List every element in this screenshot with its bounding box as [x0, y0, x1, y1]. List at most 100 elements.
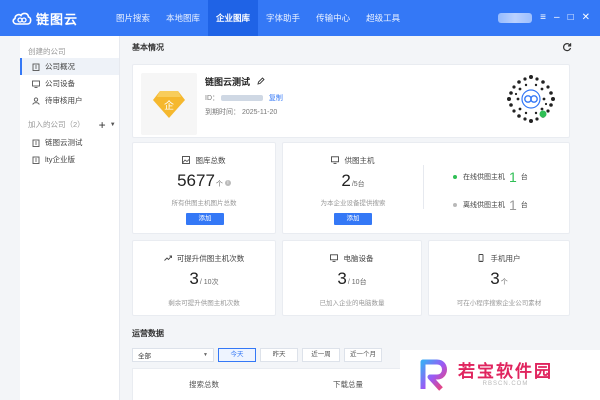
watermark-logo: [420, 359, 447, 391]
cloud-logo-icon: [12, 12, 32, 25]
host-number: 2: [341, 171, 351, 190]
nav-super-tools[interactable]: 超级工具: [358, 0, 408, 36]
ops-title: 运营数据: [132, 329, 164, 338]
gallery-total-title: 图库总数: [133, 155, 275, 166]
edit-icon[interactable]: [256, 77, 265, 85]
sidebar-item-joined-company[interactable]: 链图云测试: [20, 134, 119, 151]
sidebar-item-label: 公司概况: [45, 62, 75, 71]
gallery-total-card: 图库总数 5677个 i 所有供图主机图片总数 添加: [132, 142, 276, 234]
top-nav: 图片搜索 本地图库 企业图库 字体助手 传输中心 超级工具: [108, 0, 408, 36]
expire-label: 到期时间：: [205, 109, 240, 116]
watermark-title: 若宝软件园: [458, 362, 553, 381]
pc-desc: 已加入企业的电脑数量: [319, 300, 385, 307]
add-gallery-button[interactable]: 添加: [186, 213, 224, 225]
device-icon: [32, 80, 40, 88]
mobile-number: 3: [490, 269, 500, 288]
close-icon[interactable]: ✕: [582, 13, 590, 23]
online-count: 1: [509, 169, 517, 185]
watermark-text: 若宝软件园 RBSCN.COM: [458, 362, 553, 388]
nav-local-gallery[interactable]: 本地图库: [158, 0, 208, 36]
watermark: 若宝软件园 RBSCN.COM: [400, 350, 600, 400]
menu-icon[interactable]: ≡: [540, 13, 546, 23]
sidebar-item-label: 链图云测试: [45, 138, 83, 147]
company-id-value: [220, 95, 263, 102]
nav-enterprise-gallery[interactable]: 企业图库: [208, 0, 259, 36]
nav-image-search[interactable]: 图片搜索: [108, 0, 158, 36]
add-icon[interactable]: +: [99, 119, 106, 131]
enterprise-badge-icon: 企: [153, 91, 185, 118]
sidebar-item-company-devices[interactable]: 公司设备: [20, 75, 119, 92]
monitor-icon: [330, 254, 339, 262]
offline-unit: 台: [520, 202, 528, 209]
building-icon: [32, 63, 40, 71]
watermark-url: RBSCN.COM: [482, 381, 529, 387]
upgrade-value: 3/ 10次: [133, 269, 275, 289]
divider: [423, 165, 424, 209]
sidebar-item-label: lty企业版: [45, 155, 75, 164]
qr-code-icon[interactable]: [503, 71, 559, 127]
pc-value: 3/ 10台: [283, 269, 421, 289]
pc-card: 电脑设备 3/ 10台 已加入企业的电脑数量: [282, 240, 422, 316]
chevron-down-icon: ▼: [203, 352, 208, 358]
nav-transfer-center[interactable]: 传输中心: [308, 0, 358, 36]
mobile-desc: 可在小程序搜索企业公司素材: [456, 300, 542, 307]
range-yesterday-button[interactable]: 昨天: [260, 348, 298, 362]
company-id: ID： 复制: [205, 93, 283, 103]
phone-icon: [479, 254, 484, 262]
maximize-icon[interactable]: □: [568, 13, 574, 23]
online-hosts: 在线供图主机 1 台: [453, 169, 528, 185]
refresh-icon[interactable]: [562, 42, 572, 52]
gallery-total-label: 图库总数: [195, 156, 226, 165]
nav-font-assistant[interactable]: 字体助手: [258, 0, 308, 36]
sidebar-item-pending-users[interactable]: 待审核用户: [20, 92, 119, 109]
sidebar-item-label: 待审核用户: [45, 96, 83, 105]
pc-label: 电脑设备: [343, 254, 374, 263]
window-controls: ≡ – □ ✕: [498, 0, 590, 36]
upgrade-label: 可提升供图主机次数: [176, 254, 245, 263]
host-desc: 为本企业设备提供搜索: [320, 200, 386, 207]
host-card: 供图主机 2/5台 为本企业设备提供搜索 添加 在线供图主机 1 台 离线供图主…: [282, 142, 570, 234]
created-companies-heading: 创建的公司: [28, 47, 66, 56]
sidebar: 创建的公司 公司概况 公司设备 待审核用户 加入的公司（2） + ▼ 链图云测试…: [20, 36, 120, 400]
scope-select[interactable]: 全部 ▼: [132, 348, 214, 362]
image-icon: [182, 156, 191, 164]
host-unit: /5台: [351, 181, 365, 188]
mobile-title: 手机用户: [429, 253, 569, 264]
gallery-total-number: 5677: [177, 171, 215, 190]
online-dot: [453, 175, 457, 179]
host-label: 供图主机: [344, 156, 375, 165]
info-icon[interactable]: i: [224, 180, 231, 186]
sidebar-item-company-overview[interactable]: 公司概况: [20, 58, 119, 75]
joined-companies-heading: 加入的公司（2） + ▼: [20, 109, 119, 134]
sidebar-item-label: 公司设备: [45, 79, 75, 88]
upgrade-unit: / 10次: [199, 279, 219, 286]
copy-id-link[interactable]: 复制: [269, 95, 283, 102]
range-month-button[interactable]: 近一个月: [344, 348, 382, 362]
app-window: 链图云 图片搜索 本地图库 企业图库 字体助手 传输中心 超级工具 ≡ – □ …: [0, 0, 600, 400]
mobile-label: 手机用户: [490, 254, 521, 263]
range-today-button[interactable]: 今天: [218, 348, 256, 362]
company-name: 链图云测试: [205, 75, 265, 88]
chevron-down-icon[interactable]: ▼: [110, 122, 116, 128]
online-label: 在线供图主机: [463, 174, 505, 181]
ops-filter-row: 全部 ▼ 今天 昨天 近一周 近一个月: [132, 348, 382, 362]
host-value: 2/5台: [283, 171, 423, 191]
building-icon: [32, 156, 40, 164]
gallery-total-value: 5677个 i: [133, 171, 275, 191]
monitor-icon: [331, 156, 340, 164]
gallery-total-desc: 所有供图主机图片总数: [171, 200, 237, 207]
user-avatar[interactable]: [498, 13, 533, 23]
upgrade-title: 可提升供图主机次数: [133, 253, 275, 264]
brand: 链图云: [0, 9, 108, 28]
upgrade-desc: 剩余可提升供图主机次数: [168, 300, 240, 307]
sidebar-item-joined-company[interactable]: lty企业版: [20, 151, 119, 168]
main-content: 基本情况 企 链图云测试 ID： 复制 到期时间： 2025-11-20 图库总…: [122, 36, 580, 400]
minimize-icon[interactable]: –: [554, 13, 560, 23]
add-host-button[interactable]: 添加: [334, 213, 372, 225]
mobile-unit: 个: [500, 279, 508, 286]
scope-select-value: 全部: [138, 353, 151, 360]
mobile-card: 手机用户 3个 可在小程序搜索企业公司素材: [428, 240, 570, 316]
gallery-total-unit: 个: [215, 181, 223, 188]
range-week-button[interactable]: 近一周: [302, 348, 340, 362]
trend-up-icon: [163, 255, 172, 261]
